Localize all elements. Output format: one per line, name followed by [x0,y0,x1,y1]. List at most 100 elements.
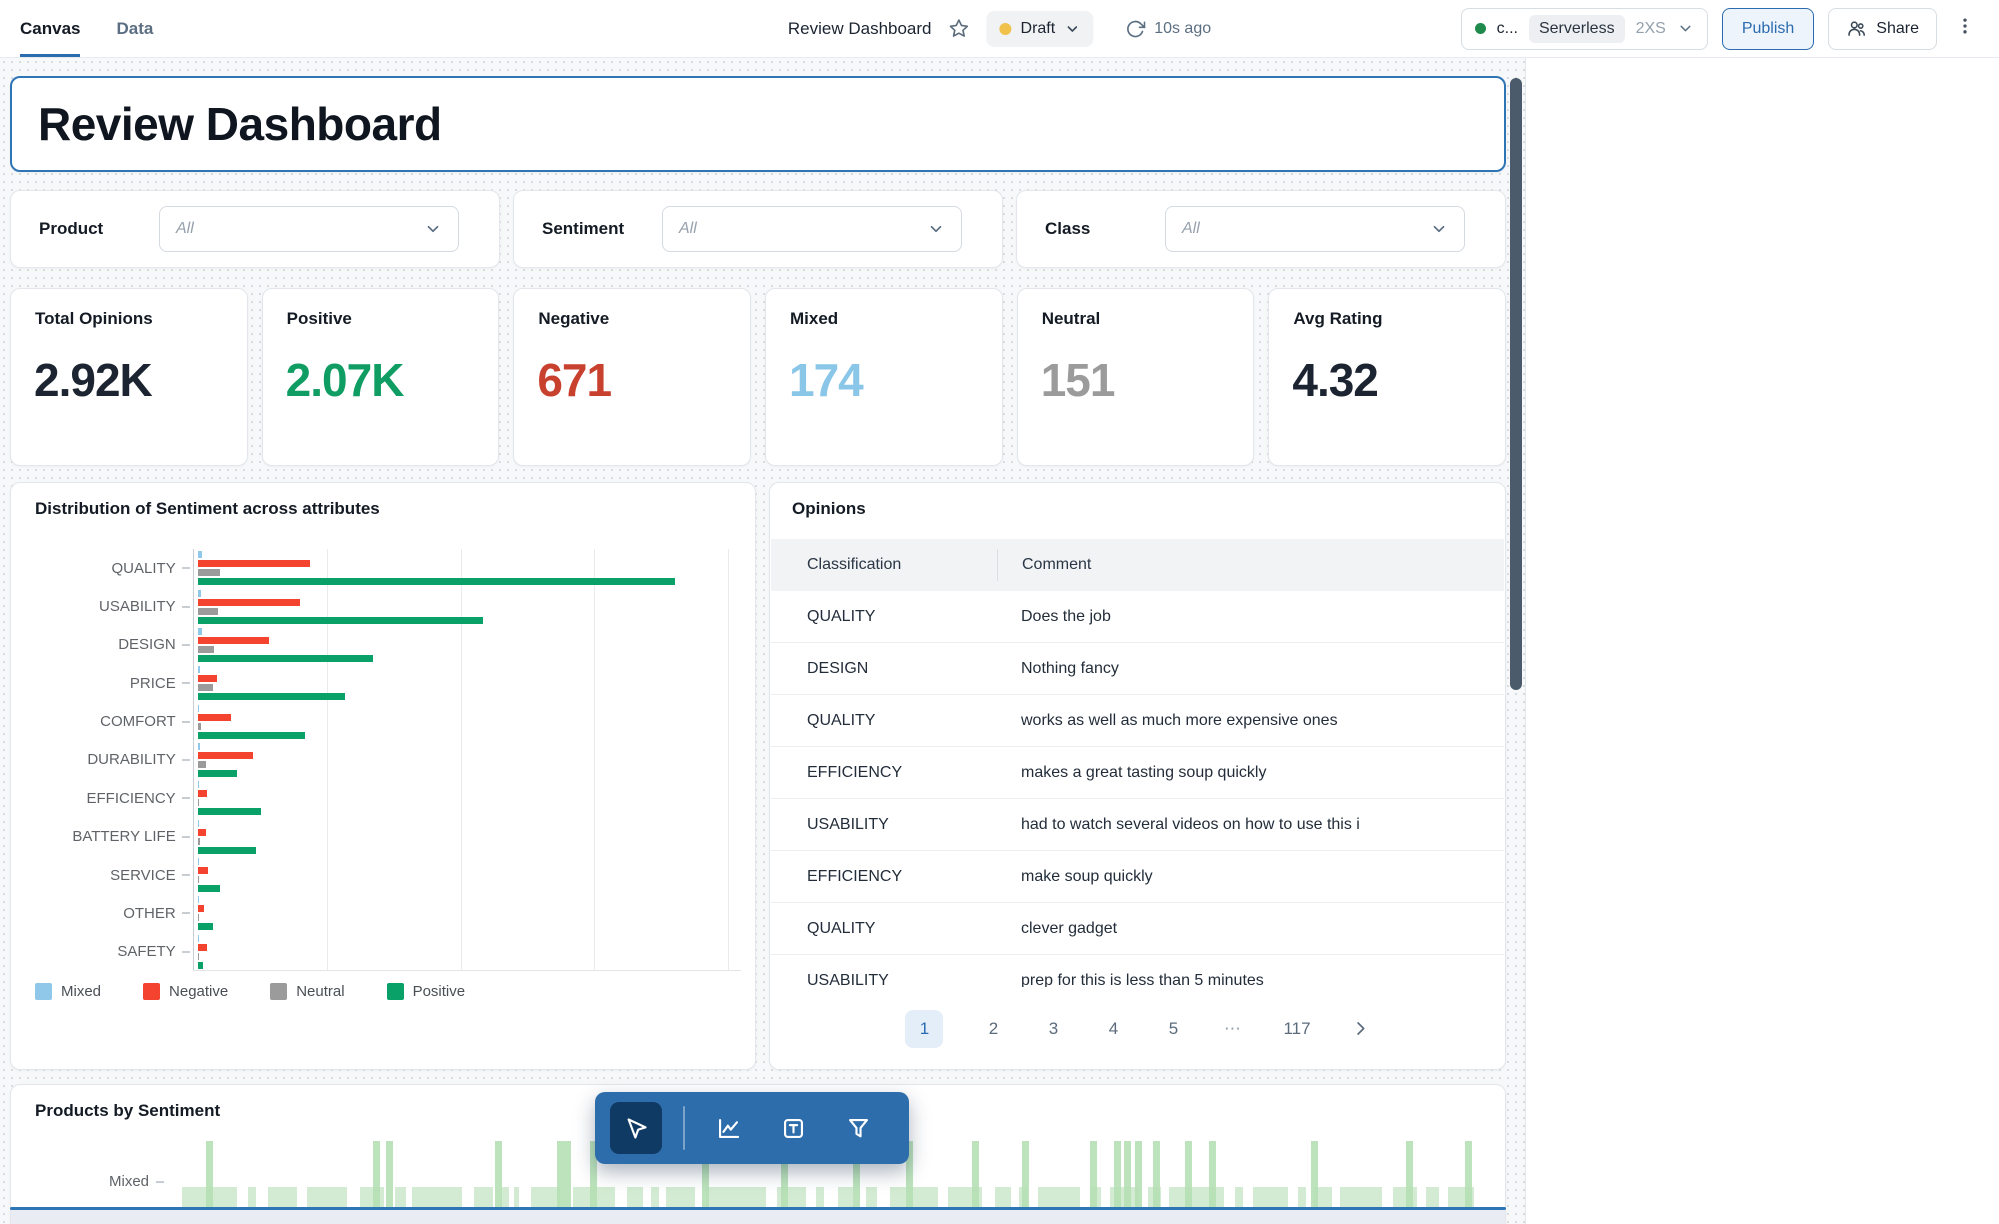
chevron-down-icon [1067,25,1077,32]
select-cursor-tool-button[interactable] [610,1102,662,1154]
bar-negative [197,636,269,644]
page-button-4[interactable]: 4 [1103,1019,1123,1039]
legend-chip [143,983,161,1000]
canvas-grid: Review Dashboard Product All Sentiment All C… [0,58,1526,1224]
app-window: { "header": { "tabs": [ { "label": "Canv… [0,0,1999,1224]
refresh-control[interactable]: 10s ago [1125,19,1211,39]
bar-neutral [197,952,200,960]
kpi-row: Total Opinions 2.92K Positive 2.07K Negative… [10,288,1507,466]
barcode-spike [495,1141,503,1209]
add-chart-tool-button[interactable] [706,1106,750,1150]
row-label-mixed: Mixed [109,1173,165,1190]
category-label: SERVICE [110,866,176,884]
tick-mark [181,720,190,723]
barcode-spike [1208,1141,1216,1209]
next-page-button[interactable] [1351,1019,1370,1038]
barcode-spike [1021,1141,1029,1209]
tick-mark [181,605,190,608]
legend-chip [35,983,52,1000]
legend-item-mixed: Mixed [35,983,101,1000]
scrollbar-thumb[interactable] [1510,78,1522,690]
bar-mixed [197,742,200,750]
chevron-down-icon [930,225,942,233]
document-title[interactable]: Review Dashboard [788,19,932,39]
chart-category-row: EFFICIENCY [25,779,741,817]
add-text-tool-button[interactable] [771,1106,815,1150]
cell-classification: USABILITY [807,815,889,833]
compute-name: c... [1496,19,1518,37]
tick-mark [181,567,190,570]
status-dropdown[interactable]: Draft [986,10,1094,47]
bar-negative [197,828,206,836]
cell-classification: EFFICIENCY [807,867,903,885]
star-icon[interactable] [948,17,971,40]
category-label: DURABILITY [87,751,176,769]
publish-button[interactable]: Publish [1721,7,1815,50]
bar-neutral [197,645,214,653]
barcode-segment [267,1187,297,1209]
page-button-117[interactable]: 117 [1283,1019,1310,1039]
page-button-2[interactable]: 2 [983,1019,1003,1039]
bottom-chart-title: Products by Sentiment [35,1101,221,1120]
bar-mixed [197,934,200,942]
tab-canvas[interactable]: Canvas [20,0,81,57]
status-dot-icon [999,22,1012,35]
vertical-scrollbar [1510,58,1523,1224]
barcode-segment [1169,1187,1225,1209]
add-filter-tool-button[interactable] [836,1106,880,1150]
refresh-icon [1126,20,1146,37]
page-button-5[interactable]: 5 [1163,1019,1183,1039]
page-button-1[interactable]: 1 [905,1009,944,1048]
barcode-segment [412,1187,463,1209]
page-button-3[interactable]: 3 [1043,1019,1063,1039]
filter-card-class: Class All [1016,190,1506,268]
table-title: Opinions [792,499,866,518]
bar-group-efficiency [197,781,741,816]
bar-negative [197,713,232,721]
kpi-value: 2.07K [285,354,405,406]
tick-mark [181,912,190,915]
table-row: DESIGN Nothing fancy [771,643,1504,695]
table-row: EFFICIENCY makes a great tasting soup qui… [771,747,1504,799]
column-header-classification: Classification [807,556,902,573]
kpi-label: Avg Rating [1293,309,1383,328]
bar-group-durability [197,742,741,777]
bar-group-safety [197,934,741,969]
tab-data[interactable]: Data [116,0,153,57]
page-title: Review Dashboard [38,98,442,150]
filter-select-product[interactable]: All [159,206,459,252]
bar-positive [197,961,203,969]
bar-positive [197,808,262,816]
last-run-label: 10s ago [1154,19,1212,37]
compute-selector[interactable]: c... Serverless 2XS [1460,7,1708,50]
tick-mark [181,874,190,877]
more-options-kebab-icon[interactable] [1951,15,1979,42]
chevron-down-icon [1680,25,1691,32]
sentiment-distribution-chart-card[interactable]: Distribution of Sentiment across attribu… [10,482,756,1070]
opinions-table-card[interactable]: Opinions Classification Comment QUALITY D… [769,482,1506,1070]
category-label: PRICE [129,674,176,692]
tick-mark [181,758,190,761]
title-card[interactable]: Review Dashboard [10,76,1506,172]
share-button[interactable]: Share [1828,7,1937,50]
bar-group-battery-life [197,819,741,854]
category-label: COMFORT [100,713,176,731]
cell-comment: had to watch several videos on how to us… [1021,815,1360,833]
barcode-spike [372,1141,380,1209]
top-bar: Canvas Data Review Dashboard Draft 10s a… [0,0,1999,58]
bar-negative [197,751,253,759]
barcode-segment [395,1187,406,1209]
category-label: EFFICIENCY [86,789,176,807]
filter-select-class[interactable]: All [1165,206,1465,252]
filter-select-sentiment[interactable]: All [662,206,962,252]
barcode-spike [971,1141,979,1209]
bar-neutral [197,569,220,577]
editor-tabs: Canvas Data [20,0,153,57]
bar-mixed [197,589,202,597]
chevron-down-icon [1433,225,1445,233]
legend-item-positive: Positive [386,983,465,1000]
barcode-spike [205,1141,213,1209]
bar-negative [197,790,207,798]
kpi-card-positive: Positive 2.07K [261,288,500,466]
header-actions: c... Serverless 2XS Publish Share [1460,7,1979,50]
